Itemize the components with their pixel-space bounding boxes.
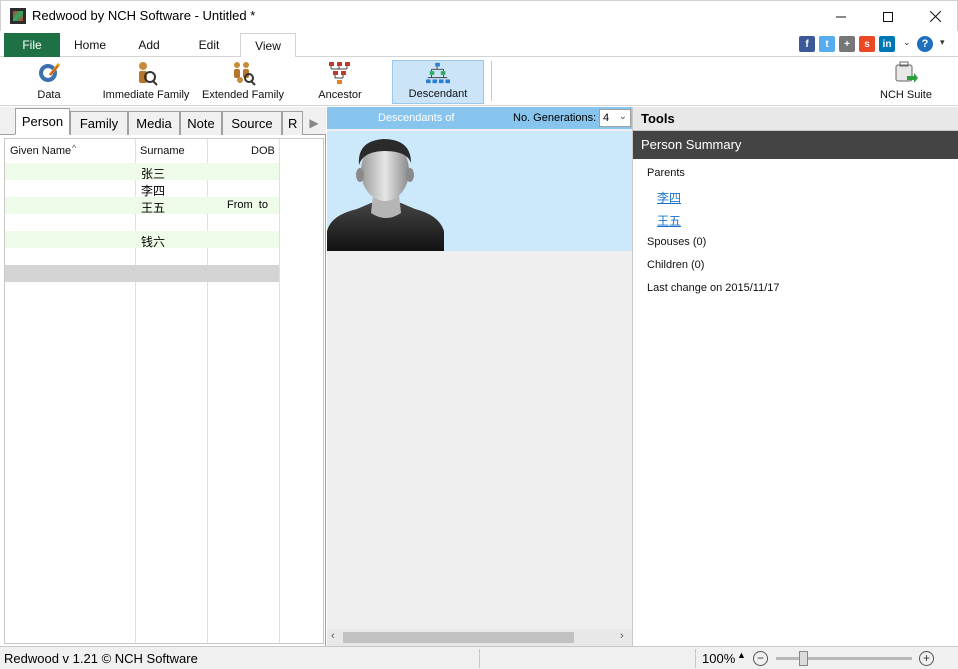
nch-suite-label: NCH Suite bbox=[880, 89, 932, 101]
ancestor-label: Ancestor bbox=[318, 89, 362, 101]
zoom-level[interactable]: 100% bbox=[702, 651, 735, 666]
facebook-icon[interactable]: f bbox=[799, 36, 815, 52]
parent-link[interactable]: 王五 bbox=[657, 212, 681, 229]
tab-person[interactable]: Person bbox=[15, 108, 70, 135]
nch-suite-icon bbox=[895, 61, 918, 83]
extended-family-button[interactable]: Extended Family bbox=[199, 60, 287, 104]
close-button[interactable] bbox=[912, 1, 958, 32]
chevron-down-icon: ⌄ bbox=[618, 111, 627, 122]
table-row[interactable]: 李四 bbox=[5, 180, 279, 198]
maximize-icon bbox=[883, 11, 893, 22]
parent-link[interactable]: 李四 bbox=[657, 189, 681, 206]
immediate-family-icon bbox=[139, 62, 158, 86]
last-change-text: Last change on 2015/11/17 bbox=[647, 282, 780, 294]
descendant-label: Descendant bbox=[408, 88, 468, 100]
tab-media[interactable]: Media bbox=[128, 111, 180, 135]
tab-family[interactable]: Family bbox=[70, 111, 128, 135]
column-surname[interactable]: Surname bbox=[140, 145, 185, 157]
avatar bbox=[327, 131, 445, 251]
generations-select[interactable]: 4 ⌄ bbox=[599, 109, 631, 127]
version-text: Redwood v 1.21 © NCH Software bbox=[4, 651, 198, 666]
ancestor-icon bbox=[329, 62, 350, 84]
ancestor-button[interactable]: Ancestor bbox=[314, 60, 366, 104]
table-row[interactable]: 张三 bbox=[5, 163, 279, 181]
table-row[interactable] bbox=[5, 248, 279, 265]
tab-edit[interactable]: Edit bbox=[184, 33, 234, 57]
parents-label: Parents bbox=[647, 167, 685, 179]
maximize-button[interactable] bbox=[865, 1, 911, 32]
descendant-button[interactable]: Descendant bbox=[392, 60, 484, 104]
default-person-photo bbox=[327, 139, 444, 251]
share-plus-icon[interactable]: + bbox=[839, 36, 855, 52]
immediate-family-label: Immediate Family bbox=[102, 89, 190, 101]
zoom-slider-thumb[interactable] bbox=[799, 651, 808, 666]
scroll-right-icon[interactable]: › bbox=[620, 630, 624, 642]
column-dob[interactable]: DOB bbox=[251, 145, 275, 157]
zoom-out-icon[interactable]: − bbox=[753, 651, 768, 666]
descendant-chart-pane: Descendants of No. Generations: 4 ⌄ ‹ › bbox=[327, 107, 632, 646]
help-icon[interactable]: ? bbox=[917, 36, 933, 52]
data-button[interactable]: Data bbox=[28, 60, 70, 104]
data-icon bbox=[39, 63, 61, 82]
tools-pane: Tools Person Summary Parents 李四 王五 Spous… bbox=[632, 107, 958, 646]
immediate-family-button[interactable]: Immediate Family bbox=[101, 60, 191, 104]
column-given-name[interactable]: ^ Given Name bbox=[10, 143, 76, 157]
table-row-selected[interactable] bbox=[5, 265, 279, 282]
person-card[interactable] bbox=[327, 131, 632, 251]
toolbar-divider bbox=[491, 61, 492, 101]
generations-label: No. Generations: bbox=[513, 112, 597, 124]
chart-header: Descendants of No. Generations: 4 ⌄ bbox=[327, 107, 632, 129]
minimize-icon bbox=[836, 16, 846, 17]
ribbon-toolbar: Data Immediate Family Extended Family An… bbox=[0, 57, 958, 106]
horizontal-scrollbar[interactable]: ‹ › bbox=[327, 629, 632, 646]
table-row[interactable] bbox=[5, 214, 279, 231]
data-label: Data bbox=[37, 89, 61, 101]
chart-title: Descendants of bbox=[378, 112, 455, 124]
app-icon bbox=[10, 8, 26, 24]
tab-source[interactable]: Source bbox=[222, 111, 282, 135]
tab-note[interactable]: Note bbox=[180, 111, 222, 135]
tab-add[interactable]: Add bbox=[124, 33, 174, 57]
tab-scroll-right-icon[interactable]: ▶ bbox=[303, 111, 325, 135]
scroll-thumb[interactable] bbox=[343, 632, 574, 643]
table-row[interactable]: 王五 From to bbox=[5, 197, 279, 215]
extended-family-label: Extended Family bbox=[202, 89, 284, 101]
sort-caret-icon: ^ bbox=[72, 143, 77, 153]
tab-file[interactable]: File bbox=[4, 33, 60, 57]
tab-r[interactable]: R bbox=[282, 111, 303, 135]
person-table: ^ Given Name Surname DOB 张三 李四 王五 From t… bbox=[4, 138, 324, 644]
record-tabs: Person Family Media Note Source R ▶ bbox=[0, 107, 326, 135]
table-row[interactable]: 钱六 bbox=[5, 231, 279, 249]
zoom-slider[interactable] bbox=[776, 657, 912, 660]
social-chevron-down-icon[interactable]: ⌄ bbox=[903, 37, 911, 48]
person-summary-header: Person Summary bbox=[633, 131, 958, 159]
stumbleupon-icon[interactable]: s bbox=[859, 36, 875, 52]
zoom-in-icon[interactable]: + bbox=[919, 651, 934, 666]
close-icon bbox=[929, 11, 941, 22]
zoom-caret-icon[interactable]: ▲ bbox=[737, 650, 746, 660]
extended-family-icon bbox=[234, 62, 256, 86]
status-bar: Redwood v 1.21 © NCH Software 100% ▲ − + bbox=[0, 646, 958, 669]
linkedin-icon[interactable]: in bbox=[879, 36, 895, 52]
spouses-count: Spouses (0) bbox=[647, 236, 707, 248]
minimize-button[interactable] bbox=[818, 1, 864, 32]
tab-view[interactable]: View bbox=[240, 33, 296, 58]
scroll-left-icon[interactable]: ‹ bbox=[331, 630, 335, 642]
twitter-icon[interactable]: t bbox=[819, 36, 835, 52]
title-bar: Redwood by NCH Software - Untitled * bbox=[0, 0, 958, 31]
nch-suite-button[interactable]: NCH Suite bbox=[878, 60, 934, 104]
descendant-icon bbox=[426, 62, 450, 84]
help-chevron-down-icon[interactable]: ▾ bbox=[940, 37, 945, 48]
tools-header: Tools bbox=[633, 107, 958, 131]
children-count: Children (0) bbox=[647, 259, 705, 271]
window-title: Redwood by NCH Software - Untitled * bbox=[32, 8, 256, 23]
tab-home[interactable]: Home bbox=[66, 33, 114, 57]
records-pane: Person Family Media Note Source R ▶ ^ Gi… bbox=[0, 107, 326, 646]
